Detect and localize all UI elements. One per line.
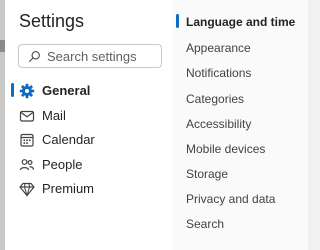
category-notifications[interactable]: Notifications [186, 66, 251, 80]
settings-title: Settings [19, 11, 85, 31]
nav-item-calendar[interactable]: Calendar [5, 129, 172, 151]
settings-nav-pane: Settings General Mail [5, 0, 172, 250]
selection-indicator [11, 83, 14, 97]
gear-icon [19, 83, 35, 99]
category-mobile-devices[interactable]: Mobile devices [186, 142, 265, 156]
search-box[interactable] [18, 44, 162, 68]
mail-icon [19, 110, 35, 122]
category-storage[interactable]: Storage [186, 167, 228, 181]
nav-item-people[interactable]: People [5, 154, 172, 176]
calendar-icon [20, 133, 34, 147]
nav-item-general[interactable]: General [5, 80, 172, 102]
category-language-and-time[interactable]: Language and time [186, 15, 295, 29]
nav-item-mail[interactable]: Mail [5, 105, 172, 127]
nav-item-label: Mail [42, 108, 66, 123]
search-input[interactable] [47, 48, 157, 64]
nav-item-label: Premium [42, 181, 95, 196]
category-accessibility[interactable]: Accessibility [186, 117, 251, 131]
people-icon [19, 159, 35, 171]
nav-item-label: General [42, 83, 91, 98]
settings-category-pane: Language and time Appearance Notificatio… [172, 0, 308, 250]
category-search[interactable]: Search [186, 217, 224, 231]
nav-item-label: People [42, 157, 83, 172]
category-appearance[interactable]: Appearance [186, 41, 251, 55]
nav-item-premium[interactable]: Premium [5, 178, 172, 200]
category-categories[interactable]: Categories [186, 92, 244, 106]
nav-item-label: Calendar [42, 132, 95, 147]
diamond-icon [19, 182, 35, 197]
selection-indicator [176, 14, 179, 28]
category-privacy-and-data[interactable]: Privacy and data [186, 192, 275, 206]
search-icon [29, 50, 40, 62]
